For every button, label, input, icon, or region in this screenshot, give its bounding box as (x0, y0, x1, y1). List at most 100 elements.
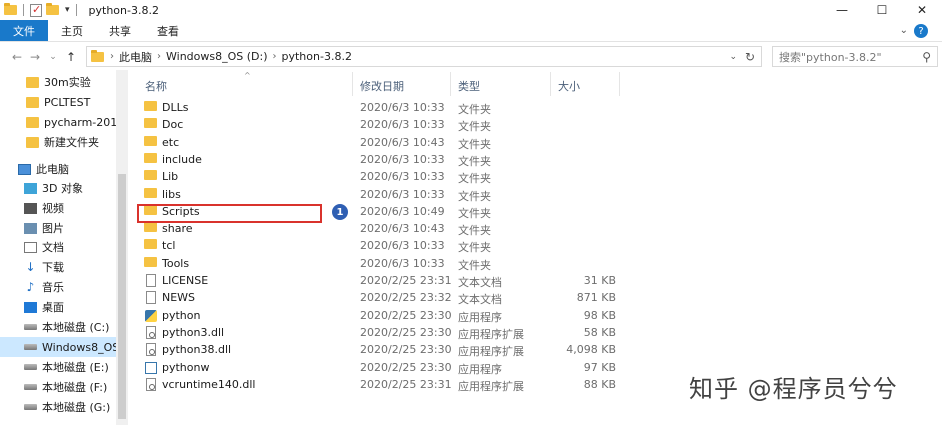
file-type: 应用程序扩展 (458, 379, 524, 393)
table-row[interactable]: share 2020/6/3 10:43 文件夹 (134, 221, 942, 238)
file-type: 文本文档 (458, 276, 502, 289)
up-icon[interactable]: ↑ (62, 50, 80, 64)
documents-icon (24, 241, 37, 253)
drive-icon (24, 344, 37, 350)
table-row[interactable]: python3.dll 2020/2/25 23:30 应用程序扩展 58 KB (134, 325, 942, 342)
table-row[interactable]: Lib 2020/6/3 10:33 文件夹 (134, 169, 942, 186)
minimize-button[interactable]: — (822, 0, 862, 20)
folder-icon (144, 101, 157, 111)
sidebar-item-pycharm[interactable]: pycharm-2019. (0, 112, 116, 132)
search-input[interactable]: 搜索"python-3.8.2" ⚲ (772, 46, 938, 67)
column-name[interactable]: 名称 (145, 78, 167, 94)
sidebar-item-desktop[interactable]: 桌面 (0, 297, 116, 317)
maximize-button[interactable]: ☐ (862, 0, 902, 20)
folder-icon (26, 136, 39, 148)
table-row[interactable]: python 2020/2/25 23:30 应用程序 98 KB (134, 308, 942, 325)
forward-icon[interactable]: → (26, 50, 44, 64)
file-name: NEWS (162, 291, 196, 305)
sidebar-item-music[interactable]: ♪ 音乐 (0, 277, 116, 297)
table-row[interactable]: python38.dll 2020/2/25 23:30 应用程序扩展 4,098 K… (134, 342, 942, 359)
tab-view[interactable]: 查看 (144, 20, 192, 41)
folder-icon (144, 187, 157, 198)
back-icon[interactable]: ← (8, 50, 26, 64)
expand-ribbon-icon[interactable]: ⌄ (900, 25, 908, 36)
sidebar-item-downloads[interactable]: ↓ 下载 (0, 257, 116, 277)
file-name: libs (162, 187, 181, 201)
window-title: python-3.8.2 (88, 3, 159, 17)
sidebar-item-drive-g[interactable]: 本地磁盘 (G:) (0, 397, 116, 417)
chevron-right-icon[interactable]: › (110, 51, 114, 62)
folder-icon (144, 256, 157, 267)
folder-icon (144, 118, 157, 129)
sidebar-item-label: 3D 对象 (42, 182, 83, 195)
column-divider[interactable] (352, 72, 353, 96)
new-folder-icon[interactable] (46, 3, 59, 15)
help-icon[interactable]: ? (914, 24, 928, 38)
address-history-icon[interactable]: ⌄ (729, 52, 737, 62)
column-type[interactable]: 类型 (458, 78, 480, 94)
sidebar-scrollbar-thumb[interactable] (118, 174, 126, 419)
folder-icon (144, 222, 157, 233)
folder-icon (144, 152, 157, 163)
recent-locations-icon[interactable]: ⌄ (44, 52, 62, 62)
tab-home[interactable]: 主页 (48, 20, 96, 41)
sidebar-item-documents[interactable]: 文档 (0, 237, 116, 257)
breadcrumb-this-pc[interactable]: 此电脑 (119, 49, 152, 65)
column-size[interactable]: 大小 (558, 78, 580, 94)
python-icon (145, 309, 157, 322)
file-date: 2020/6/3 10:33 (360, 239, 445, 253)
table-row[interactable]: tcl 2020/6/3 10:33 文件夹 (134, 238, 942, 255)
folder-icon (26, 116, 39, 128)
sidebar-item-30m[interactable]: 30m实验 (0, 72, 116, 92)
file-date: 2020/6/3 10:33 (360, 152, 445, 166)
refresh-icon[interactable]: ↻ (745, 50, 755, 64)
table-row[interactable]: LICENSE 2020/2/25 23:31 文本文档 31 KB (134, 273, 942, 290)
chevron-right-icon[interactable]: › (157, 51, 161, 62)
customize-quick-access-icon[interactable]: ▾ (65, 5, 70, 15)
file-name: DLLs (162, 101, 189, 114)
table-row[interactable]: etc 2020/6/3 10:43 文件夹 (134, 135, 942, 152)
sidebar-item-pictures[interactable]: 图片 (0, 218, 116, 238)
sidebar-item-label: 文档 (42, 241, 64, 254)
sidebar-item-3d-objects[interactable]: 3D 对象 (0, 178, 116, 198)
properties-icon[interactable] (30, 3, 42, 17)
column-divider[interactable] (619, 72, 620, 96)
file-type: 应用程序 (458, 362, 502, 376)
chevron-right-icon[interactable]: › (273, 51, 277, 62)
sidebar-item-drive-f[interactable]: 本地磁盘 (F:) (0, 377, 116, 397)
file-size: 97 KB (583, 360, 616, 374)
sidebar-item-pcltest[interactable]: PCLTEST (0, 92, 116, 112)
address-bar[interactable]: › 此电脑 › Windows8_OS (D:) › python-3.8.2 … (86, 46, 762, 67)
tab-file[interactable]: 文件 (0, 20, 48, 41)
file-size: 98 KB (583, 308, 616, 322)
sidebar-item-drive-d[interactable]: Windows8_OS (0, 337, 116, 357)
sidebar-item-this-pc[interactable]: 此电脑 (0, 159, 116, 179)
folder-icon (144, 170, 157, 181)
tab-share[interactable]: 共享 (96, 20, 144, 41)
folder-icon[interactable] (4, 3, 17, 15)
breadcrumb-folder[interactable]: python-3.8.2 (282, 50, 352, 63)
sidebar-item-videos[interactable]: 视频 (0, 198, 116, 218)
column-divider[interactable] (450, 72, 451, 96)
sidebar-item-drive-c[interactable]: 本地磁盘 (C:) (0, 317, 116, 337)
table-row[interactable]: NEWS 2020/2/25 23:32 文本文档 871 KB (134, 290, 942, 307)
sidebar-scrollbar[interactable] (116, 70, 128, 425)
sidebar-item-drive-e[interactable]: 本地磁盘 (E:) (0, 357, 116, 377)
close-button[interactable]: ✕ (902, 0, 942, 20)
breadcrumb-drive[interactable]: Windows8_OS (D:) (166, 50, 268, 63)
table-row[interactable]: DLLs 2020/6/3 10:33 文件夹 (134, 100, 942, 117)
file-name: vcruntime140.dll (162, 377, 256, 391)
sidebar-item-new-folder[interactable]: 新建文件夹 (0, 132, 116, 152)
table-row[interactable]: include 2020/6/3 10:33 文件夹 (134, 152, 942, 169)
quick-access-toolbar: ▾ (0, 3, 79, 17)
search-icon[interactable]: ⚲ (922, 50, 931, 64)
file-type: 文件夹 (458, 258, 491, 272)
file-date: 2020/2/25 23:30 (360, 343, 452, 357)
table-row[interactable]: Doc 2020/6/3 10:33 文件夹 (134, 117, 942, 134)
sort-ascending-icon: ^ (244, 71, 251, 80)
file-name: Lib (162, 170, 179, 184)
table-row[interactable]: Tools 2020/6/3 10:33 文件夹 (134, 256, 942, 273)
column-date[interactable]: 修改日期 (360, 78, 404, 94)
column-divider[interactable] (550, 72, 551, 96)
table-row[interactable]: libs 2020/6/3 10:33 文件夹 (134, 187, 942, 204)
